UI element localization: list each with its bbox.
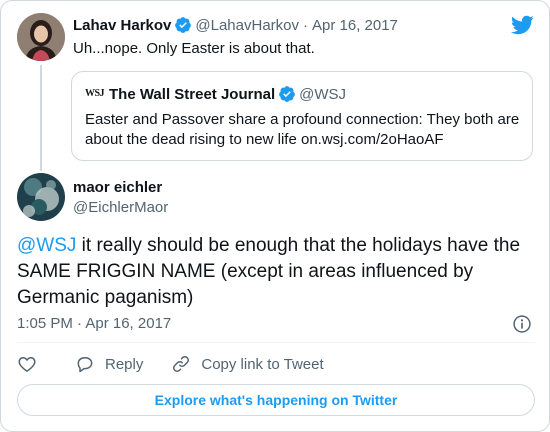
divider (17, 342, 535, 343)
reply-label: Reply (105, 355, 144, 373)
copy-link-button[interactable]: Copy link to Tweet (171, 354, 324, 374)
parent-handle[interactable]: @LahavHarkov (195, 17, 299, 34)
speech-bubble-icon (77, 357, 93, 373)
thread-line (40, 65, 42, 171)
quoted-tweet-text: Easter and Passover share a profound con… (85, 111, 520, 148)
main-handle[interactable]: @EichlerMaor (73, 199, 168, 216)
verified-badge-icon (279, 86, 296, 102)
twitter-bird-icon[interactable] (509, 13, 535, 37)
main-avatar[interactable] (17, 173, 65, 221)
quoted-display-name: The Wall Street Journal (109, 85, 276, 103)
info-icon[interactable] (512, 314, 532, 334)
mention-link[interactable]: @WSJ (17, 235, 76, 256)
tweet-embed-card: Lahav Harkov @LahavHarkov · Apr 16, 2017… (0, 0, 550, 432)
copy-link-label: Copy link to Tweet (201, 355, 324, 373)
main-tweet-body: it really should be enough that the holi… (17, 235, 521, 308)
link-icon (173, 356, 190, 372)
dot-separator: · (303, 16, 308, 34)
quoted-tweet[interactable]: WSJ The Wall Street Journal @WSJ Easter … (71, 71, 533, 161)
wsj-logo: WSJ (85, 88, 105, 99)
tweet-timestamp[interactable]: 1:05 PM · Apr 16, 2017 (17, 315, 171, 332)
verified-badge-icon (175, 17, 192, 33)
parent-date[interactable]: Apr 16, 2017 (312, 17, 398, 34)
parent-tweet-text: Uh...nope. Only Easter is about that. (73, 40, 315, 57)
parent-avatar[interactable] (17, 13, 65, 61)
like-button[interactable] (17, 354, 47, 374)
heart-icon (18, 357, 36, 372)
parent-tweet-header: Lahav Harkov @LahavHarkov · Apr 16, 2017 (73, 15, 398, 35)
quoted-tweet-header: WSJ The Wall Street Journal @WSJ (85, 84, 346, 104)
tweet-actions: Reply Copy link to Tweet (17, 353, 352, 375)
parent-display-name[interactable]: Lahav Harkov (73, 17, 171, 34)
quoted-handle: @WSJ (299, 85, 347, 103)
main-tweet-text: @WSJ it really should be enough that the… (17, 233, 537, 311)
reply-button[interactable]: Reply (75, 354, 143, 374)
main-display-name[interactable]: maor eichler (73, 179, 162, 196)
explore-twitter-button[interactable]: Explore what's happening on Twitter (17, 384, 535, 416)
